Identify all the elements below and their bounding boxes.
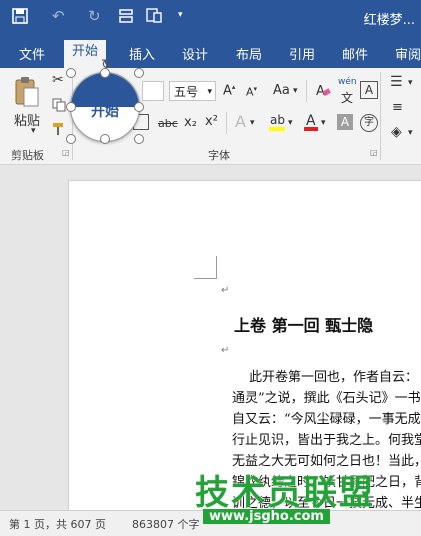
format-painter-icon[interactable]: [145, 8, 163, 28]
align-left-icon[interactable]: ≡: [392, 100, 403, 115]
tab-home[interactable]: 开始: [64, 40, 107, 68]
watermark-text: 技术员联盟: [195, 473, 375, 513]
font-color-dropdown-icon[interactable]: ▾: [321, 118, 326, 128]
subscript-button[interactable]: x₂: [184, 115, 197, 130]
character-border-icon[interactable]: A: [360, 81, 378, 99]
doc-line-2: 通灵”之说，撰此《石头记》一书: [232, 391, 421, 406]
divider: [226, 112, 227, 134]
resize-handle-bottom[interactable]: [100, 134, 110, 144]
font-name-box[interactable]: [142, 81, 164, 101]
tab-design[interactable]: 设计: [182, 44, 208, 63]
change-case-button[interactable]: Aa: [273, 83, 290, 98]
word-count[interactable]: 863807 个字: [132, 516, 200, 532]
font-size-dropdown-icon[interactable]: ▾: [207, 82, 212, 102]
shrink-font-icon[interactable]: A▾: [246, 85, 257, 99]
bullets-icon[interactable]: ☰: [390, 74, 403, 90]
paragraph-mark-icon: ↵: [221, 345, 230, 356]
touch-mode-icon[interactable]: [118, 8, 134, 28]
text-effects-dropdown-icon[interactable]: ▾: [250, 118, 255, 128]
font-size-box[interactable]: 五号 ▾: [169, 81, 216, 101]
format-painter-brush-icon[interactable]: [52, 122, 66, 139]
ribbon: 粘贴 ▾ ✂ 剪贴板 ◲ 五号 ▾ A▴ A▾ Aa ▾ A wén 文 A ☰…: [0, 68, 421, 165]
save-icon[interactable]: [12, 8, 28, 28]
doc-line-3: 自又云：“今风尘碌碌，一事无成: [232, 412, 421, 427]
ribbon-tabs: 文件 开始 插入 设计 布局 引用 邮件 审阅: [0, 36, 421, 68]
watermark: 技术员联盟 www.jsgho.com: [195, 465, 421, 525]
redo-icon[interactable]: ↻: [88, 7, 101, 25]
tab-mailings[interactable]: 邮件: [342, 44, 368, 63]
clear-formatting-icon[interactable]: A: [315, 82, 331, 101]
group-divider: [380, 72, 381, 160]
svg-text:A: A: [306, 113, 316, 129]
tab-review[interactable]: 审阅: [395, 44, 421, 63]
superscript-button[interactable]: x²: [205, 114, 218, 129]
doc-line-4: 行止见识，皆出于我之上。何我堂: [232, 433, 421, 448]
doc-line-1: 此开卷第一回也，作者自云：: [249, 370, 419, 385]
watermark-url: www.jsgho.com: [203, 509, 330, 524]
font-launcher-icon[interactable]: ◲: [370, 148, 378, 157]
tab-layout[interactable]: 布局: [236, 44, 262, 63]
shading-icon[interactable]: ◈: [391, 124, 402, 140]
resize-handle-top[interactable]: [100, 68, 110, 78]
resize-handle-bottom-left[interactable]: [66, 134, 76, 144]
page-count[interactable]: 第 1 页，共 607 页: [9, 516, 106, 532]
zoom-callout: 开始: [70, 72, 140, 142]
phonetic-guide-button[interactable]: wén: [338, 77, 357, 87]
svg-text:A: A: [316, 84, 325, 98]
copy-icon[interactable]: [52, 98, 66, 115]
bullets-dropdown-icon[interactable]: ▾: [408, 78, 413, 88]
resize-handle-top-left[interactable]: [66, 68, 76, 78]
customize-qat-icon[interactable]: ▾: [178, 10, 183, 20]
change-case-dropdown-icon[interactable]: ▾: [293, 86, 298, 96]
paragraph-mark-icon: ↵: [221, 285, 230, 296]
character-shading-icon[interactable]: A: [337, 114, 353, 130]
phonetic-guide-icon: 文: [341, 91, 354, 105]
clipboard-group-label: 剪贴板: [11, 149, 44, 162]
shading-dropdown-icon[interactable]: ▾: [408, 128, 413, 138]
highlight-dropdown-icon[interactable]: ▾: [288, 118, 293, 128]
highlight-icon[interactable]: ab: [268, 112, 286, 135]
margin-corner-mark: [194, 256, 217, 279]
window-title: 红楼梦...: [363, 13, 415, 28]
cut-icon[interactable]: ✂: [52, 72, 64, 88]
resize-handle-right[interactable]: [134, 102, 144, 112]
enclose-characters-icon[interactable]: 字: [360, 114, 378, 132]
paste-dropdown-icon[interactable]: ▾: [31, 126, 36, 136]
document-page[interactable]: ↵ 上卷 第一回 甄士隐 ↵ 此开卷第一回也，作者自云： 通灵”之说，撰此《石头…: [68, 180, 421, 511]
font-size-value: 五号: [174, 85, 199, 99]
undo-icon[interactable]: ↶: [52, 7, 65, 25]
document-heading: 上卷 第一回 甄士隐: [234, 316, 374, 335]
strikethrough-button[interactable]: abc: [158, 117, 178, 130]
callout-label: 开始: [91, 104, 119, 120]
font-group-label: 字体: [208, 149, 230, 162]
paste-icon[interactable]: [13, 76, 41, 111]
resize-handle-top-right[interactable]: [134, 68, 144, 78]
clipboard-launcher-icon[interactable]: ◲: [62, 148, 70, 157]
font-color-icon[interactable]: A: [303, 112, 319, 135]
paste-button[interactable]: 粘贴: [14, 110, 40, 129]
tab-insert[interactable]: 插入: [129, 44, 155, 63]
resize-handle-left[interactable]: [66, 102, 76, 112]
grow-font-icon[interactable]: A▴: [223, 83, 235, 98]
tab-file[interactable]: 文件: [19, 44, 45, 63]
divider: [306, 80, 307, 102]
svg-text:ab: ab: [270, 113, 285, 127]
title-bar: ↶ ↻ ▾ 红楼梦...: [0, 0, 421, 36]
text-effects-icon[interactable]: A: [235, 112, 246, 131]
resize-handle-bottom-right[interactable]: [134, 134, 144, 144]
tab-references[interactable]: 引用: [289, 44, 315, 63]
